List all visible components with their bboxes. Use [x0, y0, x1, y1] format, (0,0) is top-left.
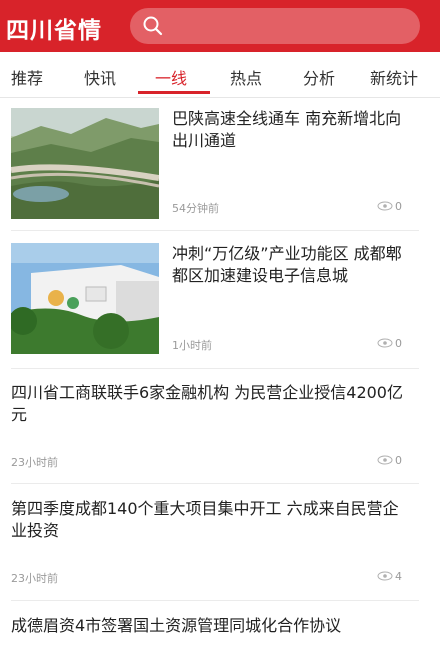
- active-tab-indicator: [138, 91, 210, 94]
- search-icon: [143, 16, 163, 36]
- view-count-value: 0: [395, 200, 402, 213]
- highway-photo-icon: [11, 108, 159, 219]
- article-time: 23小时前: [11, 572, 58, 585]
- article-title[interactable]: 四川省工商联联手6家金融机构 为民营企业授信4200亿元: [11, 382, 411, 426]
- news-item[interactable]: 成德眉资4市签署国土资源管理同城化合作协议: [0, 605, 440, 653]
- view-count: 0: [377, 454, 402, 467]
- view-count: 0: [377, 200, 402, 213]
- eye-icon: [377, 571, 393, 581]
- tab-yixian[interactable]: 一线: [155, 65, 187, 89]
- tab-xintongji[interactable]: 新统计: [370, 65, 418, 89]
- article-time: 1小时前: [172, 339, 212, 352]
- view-count: 0: [377, 337, 402, 350]
- article-thumbnail: [11, 108, 159, 219]
- divider: [11, 230, 419, 231]
- news-item[interactable]: 四川省工商联联手6家金融机构 为民营企业授信4200亿元 23小时前 0: [0, 372, 440, 484]
- article-title[interactable]: 第四季度成都140个重大项目集中开工 六成来自民营企业投资: [11, 498, 411, 542]
- news-item[interactable]: 巴陕高速全线通车 南充新增北向出川通道 54分钟前 0: [0, 98, 440, 231]
- article-title[interactable]: 成德眉资4市签署国土资源管理同城化合作协议: [11, 615, 411, 637]
- tab-redian[interactable]: 热点: [230, 65, 262, 89]
- view-count-value: 0: [395, 454, 402, 467]
- view-count-value: 0: [395, 337, 402, 350]
- news-item[interactable]: 冲刺“万亿级”产业功能区 成都郫都区加速建设电子信息城 1小时前 0: [0, 233, 440, 369]
- view-count-value: 4: [395, 570, 402, 583]
- article-title[interactable]: 冲刺“万亿级”产业功能区 成都郫都区加速建设电子信息城: [172, 243, 412, 287]
- divider: [11, 368, 419, 369]
- tab-fenxi[interactable]: 分析: [303, 65, 335, 89]
- category-tabs: 推荐 快讯 一线 热点 分析 新统计: [0, 52, 440, 98]
- article-time: 54分钟前: [172, 202, 219, 215]
- eye-icon: [377, 338, 393, 348]
- article-time: 23小时前: [11, 456, 58, 469]
- tab-kuaixun[interactable]: 快讯: [84, 65, 116, 89]
- divider: [11, 483, 419, 484]
- view-count: 4: [377, 570, 402, 583]
- divider: [11, 600, 419, 601]
- search-bar[interactable]: [130, 8, 420, 44]
- article-thumbnail: [11, 243, 159, 354]
- eye-icon: [377, 455, 393, 465]
- news-item[interactable]: 第四季度成都140个重大项目集中开工 六成来自民营企业投资 23小时前 4: [0, 488, 440, 601]
- app-logo[interactable]: 四川省情: [6, 11, 102, 45]
- building-photo-icon: [11, 243, 159, 354]
- app-header: 四川省情: [0, 0, 440, 52]
- tab-tuijian[interactable]: 推荐: [11, 65, 43, 89]
- eye-icon: [377, 201, 393, 211]
- article-title[interactable]: 巴陕高速全线通车 南充新增北向出川通道: [172, 108, 412, 152]
